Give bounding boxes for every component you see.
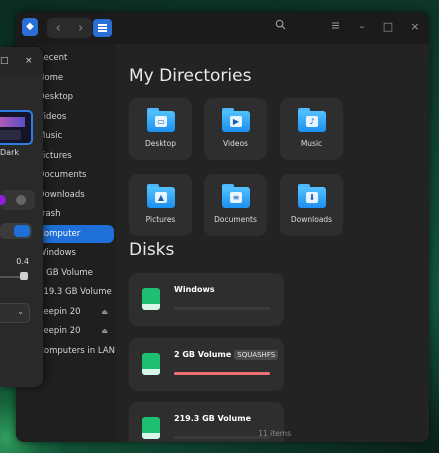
sidebar-item-computer[interactable]: Computer — [32, 224, 114, 243]
navigation-buttons: ‹ › — [47, 18, 92, 38]
directory-desktop[interactable]: ▭ Desktop — [129, 98, 192, 160]
search-icon — [275, 19, 286, 30]
sidebar-item-label: Windows — [38, 248, 76, 258]
opacity-value: 0.4 — [16, 257, 29, 266]
disk-usage-bar — [174, 307, 270, 310]
sidebar-item-label: 219.3 GB Volume — [38, 287, 112, 297]
directory-label: Videos — [223, 139, 248, 148]
app-logo-icon: ◆ — [26, 21, 34, 32]
directory-documents[interactable]: ≡ Documents — [204, 174, 267, 236]
toggle-switch[interactable] — [0, 223, 32, 239]
accent-color-purple[interactable] — [0, 195, 6, 205]
disk-name: 2 GB Volume SQUASHFS — [174, 350, 279, 360]
disks-heading: Disks — [129, 240, 175, 260]
sidebar-item-label: Downloads — [38, 189, 85, 200]
disk-name: Windows — [174, 285, 215, 294]
disk-name: 219.3 GB Volume — [174, 414, 251, 423]
maximize-dialog-button[interactable]: □ — [0, 56, 9, 66]
folder-icon: ▲ — [147, 184, 175, 208]
directory-label: Music — [300, 139, 323, 148]
drive-icon — [142, 353, 160, 375]
directory-videos[interactable]: ▶ Videos — [204, 98, 267, 160]
directory-pictures[interactable]: ▲ Pictures — [129, 174, 192, 236]
dialog-titlebar: □ × — [0, 47, 43, 75]
chevron-down-icon: ⌄ — [17, 307, 24, 316]
sidebar-item-label: deepin 20 — [38, 306, 81, 317]
accent-color-gray[interactable] — [16, 195, 26, 205]
sidebar-item-label: deepin 20 — [38, 326, 81, 336]
folder-icon: ⬇ — [298, 184, 326, 208]
file-manager-window: ◆ ‹ › – □ × Recent Home Desktop Videos Music… — [16, 12, 429, 442]
menu-button[interactable] — [327, 19, 343, 35]
folder-icon: ▶ — [222, 108, 250, 132]
directory-music[interactable]: ♪ Music — [280, 98, 343, 160]
document-icon: ≡ — [230, 192, 242, 203]
search-button[interactable] — [272, 19, 288, 35]
play-icon: ▶ — [230, 116, 242, 127]
opacity-slider-handle[interactable] — [20, 272, 28, 280]
directory-label: Desktop — [145, 139, 176, 148]
accent-color-row — [0, 190, 35, 210]
close-dialog-button[interactable]: × — [25, 56, 33, 66]
directory-downloads[interactable]: ⬇ Downloads — [280, 174, 343, 236]
main-content: My Directories ▭ Desktop ▶ Videos ♪ Music ▲ Pic… — [116, 44, 429, 442]
title-bar: ◆ ‹ › – □ × — [16, 12, 429, 44]
sidebar-item-label: Pictures — [38, 150, 72, 161]
back-button[interactable]: ‹ — [47, 18, 70, 38]
toggle-knob — [14, 225, 30, 237]
music-note-icon: ♪ — [306, 116, 318, 127]
sidebar-item-label: Computers in LAN — [38, 345, 115, 356]
dropdown-select[interactable]: ⌄ — [0, 303, 30, 323]
forward-button[interactable]: › — [70, 18, 93, 38]
eject-icon[interactable]: ⏏ — [101, 322, 108, 340]
directory-label: Downloads — [290, 215, 333, 224]
drive-icon — [142, 288, 160, 310]
sidebar-item-label: Desktop — [38, 92, 74, 102]
disk-usage-fill — [174, 372, 270, 375]
folder-icon: ≡ — [222, 184, 250, 208]
disk-card[interactable]: Windows — [129, 273, 284, 326]
directory-label: Documents — [214, 215, 257, 224]
sidebar-item-label: Computer — [38, 228, 81, 239]
download-icon: ⬇ — [306, 192, 318, 203]
sidebar-item-label: Documents — [38, 170, 87, 180]
disk-card[interactable]: 2 GB Volume SQUASHFS — [129, 338, 284, 391]
directory-label: Pictures — [145, 215, 176, 224]
disk-usage-bar — [174, 372, 270, 375]
folder-icon: ▭ — [147, 108, 175, 132]
folder-icon: ♪ — [298, 108, 326, 132]
item-count-status: 11 items — [258, 429, 291, 438]
close-button[interactable]: × — [407, 19, 423, 35]
eject-icon[interactable]: ⏏ — [101, 303, 108, 321]
settings-dialog: □ × Dark 0.4 ⌄ — [0, 47, 43, 387]
app-icon: ◆ — [22, 18, 38, 36]
menu-icon — [331, 22, 339, 29]
my-directories-heading: My Directories — [129, 66, 252, 86]
image-icon: ▲ — [155, 192, 167, 203]
monitor-icon: ▭ — [155, 116, 167, 127]
maximize-button[interactable]: □ — [380, 19, 396, 35]
view-mode-button[interactable] — [93, 19, 112, 37]
filesystem-badge: SQUASHFS — [234, 350, 279, 360]
theme-label: Dark — [0, 148, 19, 157]
minimize-button[interactable]: – — [354, 19, 370, 35]
dark-theme-thumbnail[interactable] — [0, 110, 33, 145]
list-view-icon — [98, 27, 107, 29]
sidebar-item-label: 2 GB Volume — [38, 267, 93, 278]
